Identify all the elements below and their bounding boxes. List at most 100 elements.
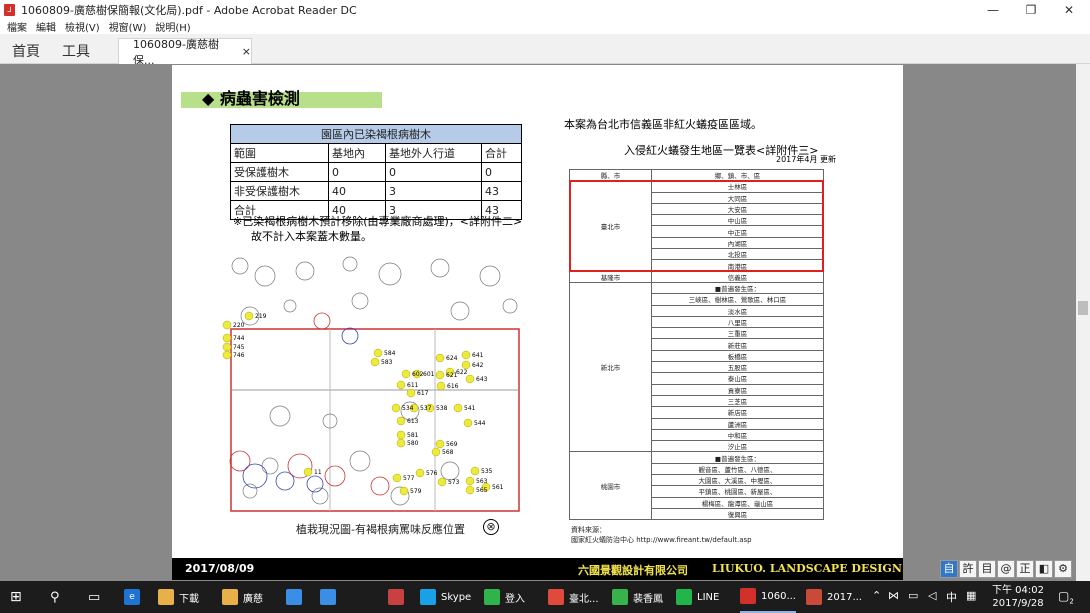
tree-number-label: 583 (381, 359, 393, 366)
system-clock[interactable]: 下午 04:02 2017/9/28 (992, 584, 1044, 610)
table-header: 基地外人行道 (385, 143, 482, 163)
tree-number-label: 568 (442, 449, 454, 456)
infected-tree-marker (415, 468, 425, 478)
tool-button[interactable]: 自 (940, 560, 958, 578)
maximize-button[interactable]: ❐ (1012, 0, 1050, 19)
menu-file[interactable]: 檔案 (7, 19, 27, 34)
taskbar-app-button[interactable]: 2017... (806, 581, 862, 613)
network-icon[interactable]: ⋈ (888, 589, 899, 602)
app-icon (612, 589, 628, 605)
taskbar-app-button[interactable]: 臺北... (548, 581, 599, 613)
list-district: 三芝區 (651, 394, 824, 408)
infected-tree-marker (435, 370, 445, 380)
notification-icon[interactable]: ▢2 (1058, 589, 1074, 605)
north-arrow-icon: ⊗ (483, 519, 499, 535)
table-row: 受保護樹木 0 0 0 (230, 162, 522, 182)
tree-number-label: 580 (407, 440, 419, 447)
menu-view[interactable]: 檢視(V) (65, 19, 100, 34)
tool-button[interactable]: @ (997, 560, 1015, 578)
list-district: 楊梅區、龍潭區、龜山區 (651, 496, 824, 509)
taskbar-app-button[interactable] (320, 581, 341, 613)
tree-number-label: 220 (233, 322, 245, 329)
taskbar-app-button[interactable]: 裴香鳳 (612, 581, 663, 613)
menu-help[interactable]: 說明(H) (155, 19, 190, 34)
infected-tree-marker (399, 486, 409, 496)
taskbar-app-button[interactable] (388, 581, 409, 613)
taskbar-app-button[interactable]: 登入 (484, 581, 525, 613)
list-district: ■普遍發生區： (651, 451, 824, 464)
start-button[interactable]: ⊞ (10, 581, 22, 613)
tool-button[interactable]: 正 (1016, 560, 1034, 578)
scrollbar-thumb[interactable] (1078, 301, 1088, 315)
close-tab-icon[interactable]: × (242, 45, 251, 58)
infected-tree-marker (392, 473, 402, 483)
infected-tree-marker (465, 476, 475, 486)
list-district: 三重區 (651, 327, 824, 340)
infected-tree-marker (470, 466, 480, 476)
search-icon: ⚲ (50, 589, 60, 605)
infected-tree-marker (396, 438, 406, 448)
infected-tree-marker (244, 311, 254, 321)
battery-icon[interactable]: ▭ (908, 589, 918, 602)
clock-date: 2017/9/28 (992, 598, 1044, 609)
list-district: 五股區 (651, 361, 824, 374)
table-row: 非受保護樹木 40 3 43 (230, 181, 522, 201)
document-tab[interactable]: 1060809-廣慈樹保... × (118, 38, 252, 67)
infected-tree-marker (222, 342, 232, 352)
tool-button[interactable]: ◧ (1035, 560, 1053, 578)
home-tab[interactable]: 首頁 (12, 41, 40, 61)
infected-tree-marker (437, 477, 447, 487)
infected-tree-marker (222, 333, 232, 343)
tool-button[interactable]: 目 (978, 560, 996, 578)
list-district: 板橋區 (651, 349, 824, 363)
volume-icon[interactable]: ◁ (928, 589, 936, 602)
taskbar-app-button[interactable]: 下載 (158, 581, 199, 613)
menu-edit[interactable]: 編輯 (36, 19, 56, 34)
infected-tree-marker (463, 418, 473, 428)
tree-number-label: 563 (476, 478, 488, 485)
edge-button[interactable]: e (124, 581, 145, 613)
tree-number-label: 602 (412, 371, 424, 378)
tree-number-label: 573 (448, 479, 460, 486)
keyboard-icon[interactable]: ▦ (966, 589, 976, 602)
infected-tree-marker (396, 430, 406, 440)
ime-indicator[interactable]: 中 (946, 589, 957, 605)
vertical-scrollbar[interactable] (1076, 64, 1090, 581)
tree-number-label: 624 (446, 355, 458, 362)
minimize-button[interactable]: — (974, 0, 1012, 19)
edge-icon: e (124, 589, 140, 605)
menu-window[interactable]: 視窗(W) (109, 19, 147, 34)
taskbar-app-button[interactable] (286, 581, 307, 613)
tree-number-label: 613 (407, 418, 419, 425)
tray-up-icon[interactable]: ⌃ (872, 589, 881, 602)
tool-button[interactable]: 許 (959, 560, 977, 578)
taskbar-app-button[interactable]: LINE (676, 581, 719, 613)
taskbar-app-label: 下載 (179, 593, 199, 605)
tree-number-label: 561 (492, 484, 504, 491)
list-city: 桃園市 (569, 451, 652, 521)
window-title: 1060809-廣慈樹保簡報(文化局).pdf - Adobe Acrobat … (21, 3, 357, 17)
title-bar: ⅃ 1060809-廣慈樹保簡報(文化局).pdf - Adobe Acroba… (0, 0, 1090, 19)
tree-number-label: 601 (423, 371, 435, 378)
tree-number-label: 577 (403, 475, 415, 482)
list-district: 觀音區、蘆竹區、八德區、 (651, 462, 824, 476)
tree-number-label: 11 (314, 469, 322, 476)
search-button[interactable]: ⚲ (50, 581, 60, 613)
taskbar-app-button[interactable]: Skype (420, 581, 471, 613)
infected-tree-marker (453, 403, 463, 413)
app-icon (740, 588, 756, 604)
taskbar-app-button[interactable]: 1060... (740, 581, 796, 613)
tools-tab[interactable]: 工具 (62, 41, 90, 61)
source-label: 資料來源： (571, 526, 606, 534)
table-header: 範圍 (230, 143, 329, 163)
tree-number-label: 581 (407, 432, 419, 439)
list-district: 汐止區 (651, 440, 824, 453)
taskbar-app-button[interactable]: 廣慈 (222, 581, 263, 613)
infected-tree-marker (373, 348, 383, 358)
infected-tree-marker (303, 467, 313, 477)
settings-icon[interactable]: ⚙ (1054, 560, 1072, 578)
list-district: 貢寮區 (651, 383, 824, 396)
table-cell: 0 (481, 162, 522, 182)
task-view-button[interactable]: ▭ (88, 581, 100, 613)
close-window-button[interactable]: ✕ (1050, 0, 1088, 19)
